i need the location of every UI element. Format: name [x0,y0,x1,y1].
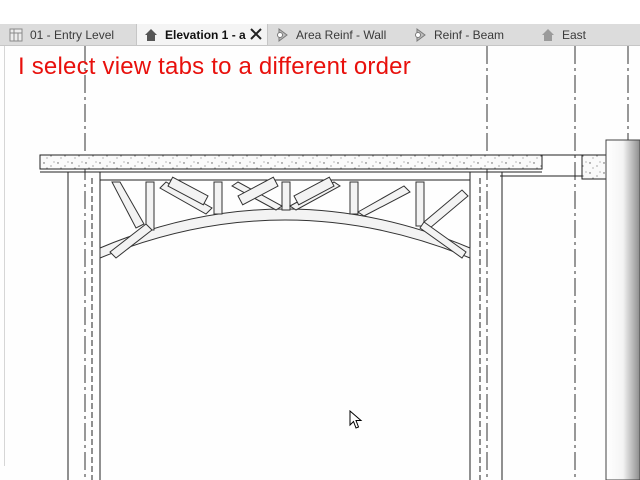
tab-label: East [562,27,587,42]
tab-label: Reinf - Beam [434,27,505,42]
elevation-house-icon [540,27,556,43]
tab-reinf-beam[interactable]: Reinf - Beam [410,24,530,45]
tab-elevation-1[interactable]: Elevation 1 - a [136,24,268,45]
tab-label: 01 - Entry Level [30,27,115,42]
tab-east[interactable]: East [538,24,640,45]
floor-plan-icon [8,27,24,43]
close-icon[interactable] [249,27,263,41]
tab-area-reinf-wall[interactable]: Area Reinf - Wall [270,24,400,45]
mouse-pointer-icon [349,409,363,435]
tab-label: Area Reinf - Wall [296,27,387,42]
view-tab-bar: 01 - Entry Level Elevation 1 - a Area Re… [0,24,640,46]
section-view-icon [412,27,428,43]
section-view-icon [274,27,290,43]
tab-entry-level[interactable]: 01 - Entry Level [0,24,132,45]
tab-label: Elevation 1 - a [165,27,246,42]
elevation-drawing [39,46,640,480]
elevation-house-icon [143,27,159,43]
title-strip [0,0,640,24]
tutorial-caption: I select view tabs to a different order [18,53,411,80]
